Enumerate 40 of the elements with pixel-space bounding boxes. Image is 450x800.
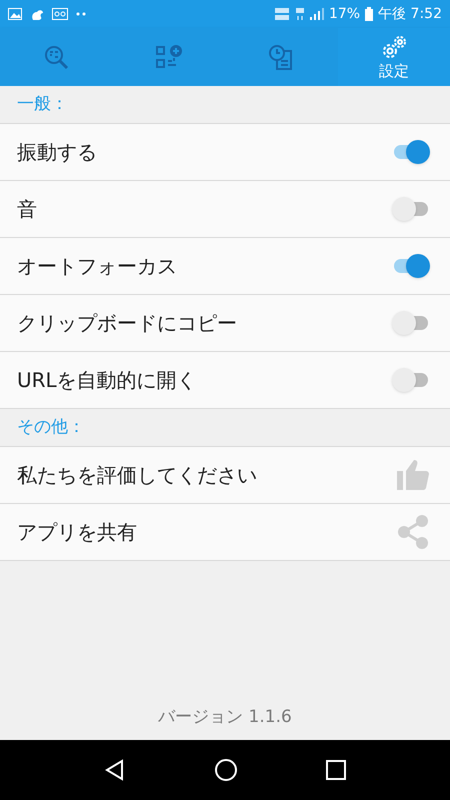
battery-percent: 17% [328, 4, 360, 24]
settings-row[interactable]: アプリを共有 [0, 504, 450, 561]
setting-label: クリップボードにコピー [17, 310, 237, 337]
setting-label: アプリを共有 [17, 519, 137, 546]
section-header: 一般： [17, 92, 68, 116]
toggle-switch[interactable] [392, 368, 430, 392]
settings-row[interactable]: 私たちを評価してください [0, 447, 450, 504]
section-header: その他： [17, 416, 85, 439]
image-icon [8, 8, 22, 20]
home-icon[interactable] [214, 758, 238, 782]
settings-row[interactable]: 音 [0, 181, 450, 238]
toggle-switch[interactable] [392, 140, 430, 164]
battery-icon [365, 7, 374, 21]
settings-row[interactable]: 振動する [0, 124, 450, 181]
setting-label: URLを自動的に開く [17, 367, 197, 394]
setting-label: オートフォーカス [17, 253, 177, 280]
qr-plus-icon [154, 43, 183, 71]
setting-label: 振動する [17, 139, 97, 166]
settings-row[interactable]: オートフォーカス [0, 238, 450, 295]
settings-row[interactable]: クリップボードにコピー [0, 295, 450, 352]
tab[interactable] [0, 28, 112, 86]
clock: 午後 7:52 [378, 4, 442, 24]
setting-label: 私たちを評価してください [17, 462, 257, 489]
thumbs-up-icon [396, 459, 430, 491]
toggle-switch[interactable] [392, 254, 430, 278]
toggle-switch[interactable] [392, 311, 430, 335]
signal-icon [310, 8, 324, 20]
version-text: バージョン 1.1.6 [158, 706, 292, 728]
tab[interactable] [225, 28, 338, 86]
magnifier-icon [42, 43, 70, 71]
recents-icon[interactable] [326, 760, 346, 780]
voicemail-icon [52, 8, 68, 20]
volte-icon [274, 7, 290, 21]
share-icon [396, 514, 430, 550]
settings-row[interactable]: URLを自動的に開く [0, 352, 450, 409]
network-4g-icon [294, 7, 305, 21]
toggle-switch[interactable] [392, 197, 430, 221]
back-icon[interactable] [104, 759, 126, 781]
more-notifications-icon [76, 12, 88, 16]
setting-label: 音 [17, 196, 37, 223]
